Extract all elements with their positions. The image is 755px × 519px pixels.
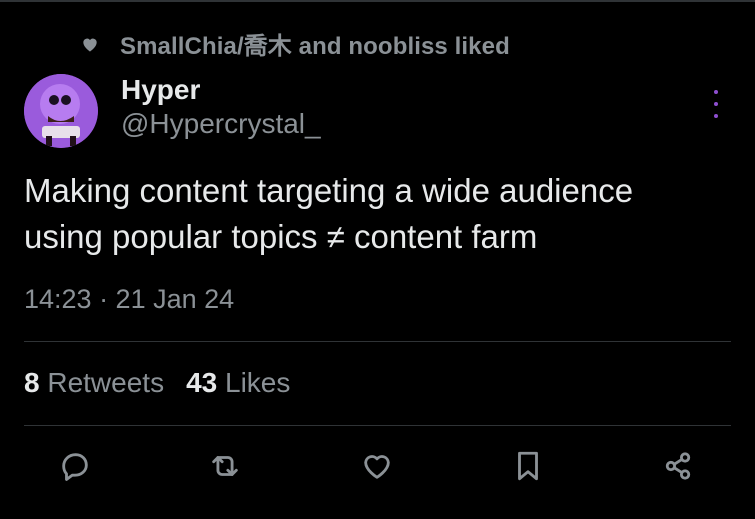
retweets-label: Retweets <box>47 367 165 398</box>
top-border <box>0 0 755 2</box>
tweet-text-line: using popular topics ≠ content farm <box>24 218 538 255</box>
reply-icon[interactable] <box>55 446 95 486</box>
likes-count: 43 <box>186 367 218 398</box>
retweet-icon[interactable] <box>205 446 245 486</box>
avatar[interactable] <box>24 74 98 148</box>
divider <box>24 341 731 342</box>
share-icon[interactable] <box>658 446 698 486</box>
retweets-count: 8 <box>24 367 40 398</box>
tweet-text-line: Making content targeting a wide audience <box>24 172 634 209</box>
like-icon[interactable] <box>357 446 397 486</box>
action-bar <box>0 446 755 496</box>
author-name[interactable]: Hyper <box>121 74 200 106</box>
tweet-timestamp[interactable]: 14:23 · 21 Jan 24 <box>24 284 234 315</box>
bookmark-icon[interactable] <box>508 446 548 486</box>
social-context: SmallChia/喬木 and noobliss liked <box>80 26 510 61</box>
retweets-stat[interactable]: 8 Retweets <box>24 367 164 399</box>
divider <box>24 425 731 426</box>
engagement-stats: 8 Retweets 43 Likes <box>24 367 290 399</box>
tweet-text: Making content targeting a wide audience… <box>24 168 724 260</box>
more-options-icon[interactable] <box>706 90 726 118</box>
heart-icon <box>80 34 100 54</box>
liked-by-text[interactable]: SmallChia/喬木 and noobliss liked <box>120 26 510 61</box>
likes-stat[interactable]: 43 Likes <box>186 367 290 399</box>
author-handle[interactable]: @Hypercrystal_ <box>121 108 321 140</box>
likes-label: Likes <box>225 367 291 398</box>
